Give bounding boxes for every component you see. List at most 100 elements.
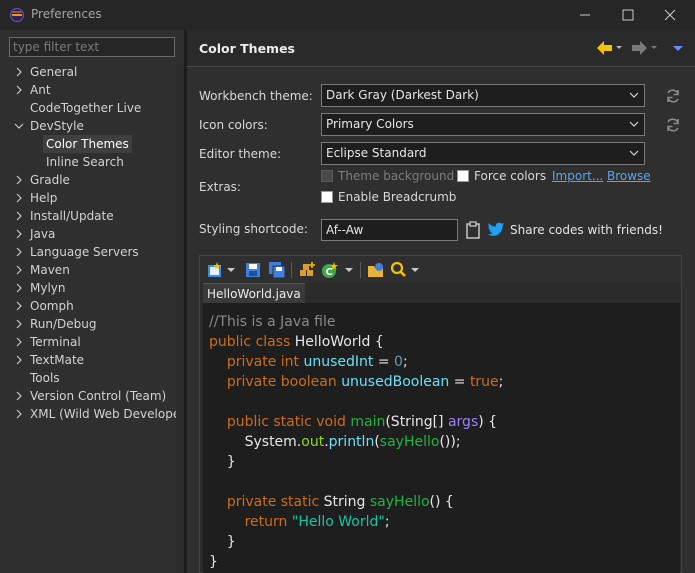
tree-item-label: Maven xyxy=(30,263,70,277)
code-token: ; xyxy=(384,514,390,530)
workbench-theme-label: Workbench theme: xyxy=(199,89,313,103)
code-line: public class HelloWorld { xyxy=(209,332,680,352)
code-line: } xyxy=(209,552,680,572)
tree-item[interactable]: Maven xyxy=(0,261,184,279)
chevron-right-icon[interactable] xyxy=(14,171,24,189)
code-token: //This is a Java file xyxy=(209,314,336,330)
tree-item[interactable]: Mylyn xyxy=(0,279,184,297)
close-icon[interactable] xyxy=(650,0,690,30)
icon-colors-select[interactable]: Primary Colors xyxy=(321,113,645,136)
tree-item[interactable]: Inline Search xyxy=(0,153,184,171)
chevron-right-icon[interactable] xyxy=(14,315,24,333)
chevron-down-icon[interactable] xyxy=(14,117,24,135)
tree-item[interactable]: TextMate xyxy=(0,351,184,369)
tree-scrollbar[interactable] xyxy=(176,63,184,573)
enable-breadcrumb-checkbox[interactable]: Enable Breadcrumb xyxy=(321,190,456,204)
page-title: Color Themes xyxy=(199,41,295,56)
new-file-icon[interactable] xyxy=(207,261,237,279)
editor-tab-helloworld[interactable]: HelloWorld.java xyxy=(203,283,305,303)
code-line: public static void main(String[] args) { xyxy=(209,412,680,432)
package-icon[interactable] xyxy=(298,261,316,279)
save-icon[interactable] xyxy=(244,261,262,279)
chevron-right-icon[interactable] xyxy=(14,81,24,99)
theme-background-checkbox[interactable]: Theme background xyxy=(321,169,454,183)
tree-item[interactable]: Oomph xyxy=(0,297,184,315)
code-token: } xyxy=(209,554,218,570)
code-token: ; xyxy=(402,354,408,370)
tree-item[interactable]: Tools xyxy=(0,369,184,387)
tree-item[interactable]: Install/Update xyxy=(0,207,184,225)
chevron-right-icon[interactable] xyxy=(14,405,24,423)
code-token: () { xyxy=(429,494,454,510)
checkbox-box[interactable] xyxy=(321,191,333,203)
refresh-icon[interactable] xyxy=(665,88,681,104)
tree-item[interactable]: Terminal xyxy=(0,333,184,351)
chevron-right-icon[interactable] xyxy=(14,189,24,207)
chevron-right-icon[interactable] xyxy=(14,387,24,405)
tree-item[interactable]: Color Themes xyxy=(0,135,184,153)
chevron-right-icon[interactable] xyxy=(14,297,24,315)
chevron-right-icon[interactable] xyxy=(14,279,24,297)
icon-colors-value: Primary Colors xyxy=(326,117,414,131)
chevron-right-icon[interactable] xyxy=(14,261,24,279)
styling-shortcode-input[interactable] xyxy=(321,219,458,241)
tree-item-label: Gradle xyxy=(30,173,70,187)
enable-breadcrumb-label: Enable Breadcrumb xyxy=(338,190,457,204)
code-token: ) { xyxy=(478,414,498,430)
force-colors-checkbox[interactable]: Force colors xyxy=(457,169,546,183)
chevron-right-icon[interactable] xyxy=(14,63,24,81)
code-preview: //This is a Java file public class HelloW… xyxy=(203,303,680,573)
tree-item-label: Terminal xyxy=(30,335,81,349)
checkbox-box[interactable] xyxy=(457,170,469,182)
code-token: main xyxy=(350,414,386,430)
tree-item[interactable]: Help xyxy=(0,189,184,207)
forward-arrow-icon[interactable] xyxy=(630,38,660,58)
extras-label: Extras: xyxy=(199,180,241,194)
import-link[interactable]: Import... xyxy=(552,169,603,183)
back-arrow-icon[interactable] xyxy=(595,38,625,58)
window-title: Preferences xyxy=(31,7,102,21)
workbench-theme-value: Dark Gray (Darkest Dark) xyxy=(326,88,479,102)
chevron-right-icon[interactable] xyxy=(14,333,24,351)
filter-input[interactable] xyxy=(9,37,175,57)
code-token: HelloWorld { xyxy=(294,334,384,350)
checkbox-box[interactable] xyxy=(321,170,333,182)
tree-item[interactable]: Language Servers xyxy=(0,243,184,261)
tree-item[interactable]: DevStyle xyxy=(0,117,184,135)
workbench-theme-select[interactable]: Dark Gray (Darkest Dark) xyxy=(321,84,645,107)
search-icon[interactable] xyxy=(390,261,422,279)
chevron-right-icon[interactable] xyxy=(14,243,24,261)
chevron-right-icon[interactable] xyxy=(14,351,24,369)
tree-item-label: Version Control (Team) xyxy=(30,389,167,403)
tree-item[interactable]: Java xyxy=(0,225,184,243)
save-all-icon[interactable] xyxy=(268,261,286,279)
open-type-icon[interactable] xyxy=(367,261,385,279)
code-token: args xyxy=(447,414,479,430)
title-bar: Preferences xyxy=(0,0,695,30)
tree-item[interactable]: Gradle xyxy=(0,171,184,189)
editor-theme-value: Eclipse Standard xyxy=(326,146,427,160)
twitter-icon[interactable] xyxy=(487,222,505,238)
minimize-icon[interactable] xyxy=(565,0,605,30)
new-class-icon[interactable]: C xyxy=(321,261,355,279)
maximize-icon[interactable] xyxy=(608,0,648,30)
code-token: ()); xyxy=(439,434,461,450)
editor-theme-select[interactable]: Eclipse Standard xyxy=(321,142,645,165)
clipboard-icon[interactable] xyxy=(465,221,481,239)
browse-link[interactable]: Browse xyxy=(607,169,651,183)
tree-item[interactable]: General xyxy=(0,63,184,81)
tree-item[interactable]: XML (Wild Web Developer) xyxy=(0,405,190,423)
tree-item[interactable]: CodeTogether Live xyxy=(0,99,184,117)
view-menu-icon[interactable] xyxy=(671,38,685,58)
code-token: out xyxy=(301,434,325,450)
tree-item[interactable]: Run/Debug xyxy=(0,315,184,333)
tree-item[interactable]: Version Control (Team) xyxy=(0,387,184,405)
code-token: unusedInt xyxy=(303,354,374,370)
refresh-icon[interactable] xyxy=(665,117,681,133)
tree-item[interactable]: Ant xyxy=(0,81,184,99)
chevron-right-icon[interactable] xyxy=(14,225,24,243)
chevron-right-icon[interactable] xyxy=(14,207,24,225)
